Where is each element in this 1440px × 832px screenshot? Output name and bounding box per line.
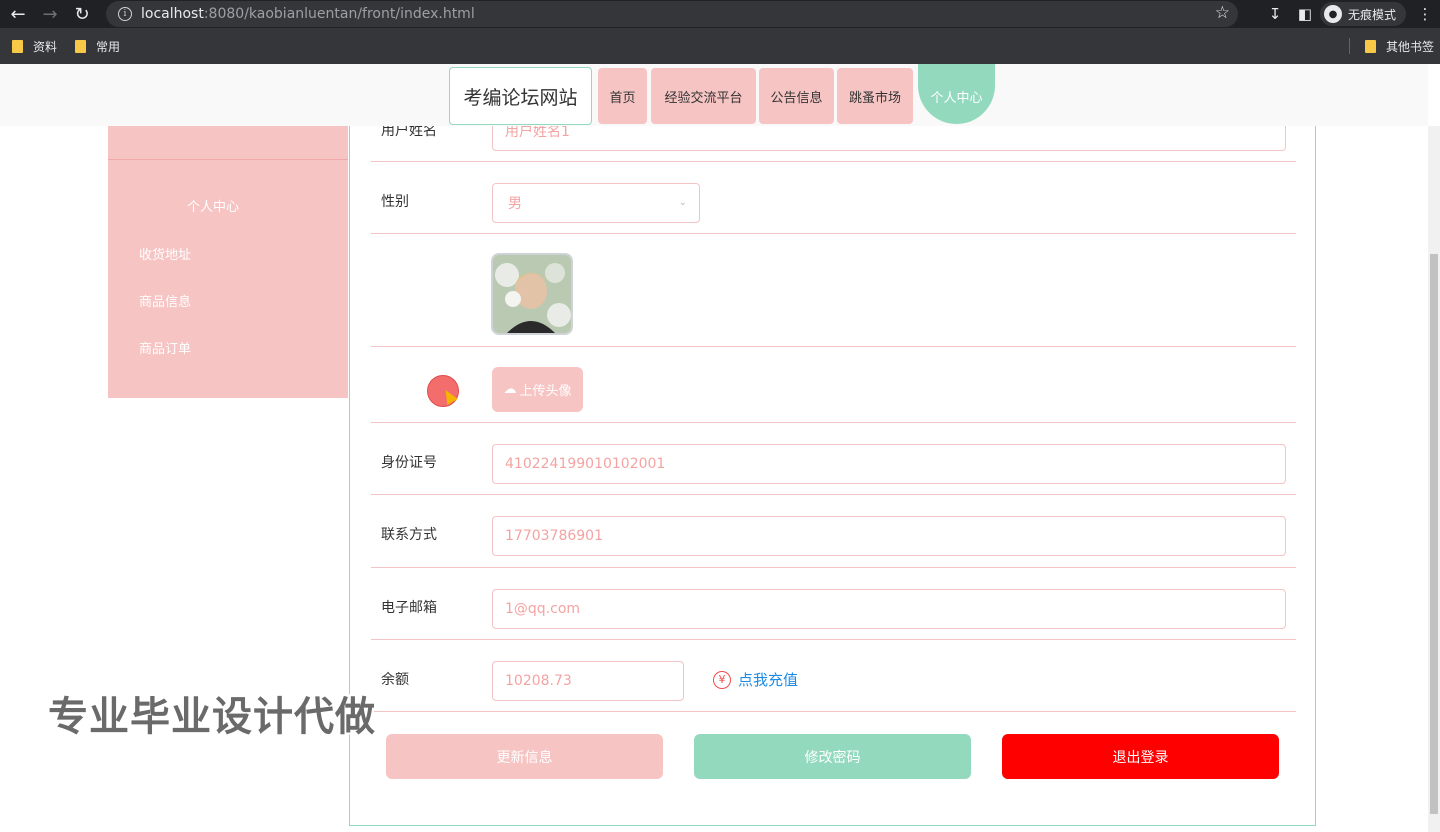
sidebar-item-address[interactable]: 收货地址 bbox=[139, 244, 191, 263]
nav-item-profile[interactable]: 个人中心 bbox=[918, 64, 995, 124]
reload-icon[interactable]: ↻ bbox=[68, 0, 96, 28]
profile-form: 用户姓名 用户姓名1 性别 男 ⌄ ☁ 上传头像 身份证号 4102241990… bbox=[349, 111, 1316, 826]
bookmarks-bar: 资料 常用 其他书签 bbox=[0, 28, 1440, 64]
upload-avatar-label: 上传头像 bbox=[519, 384, 572, 399]
upload-avatar-button[interactable]: ☁ 上传头像 bbox=[492, 367, 583, 412]
sidebar-divider bbox=[108, 159, 348, 160]
update-info-button[interactable]: 更新信息 bbox=[386, 734, 663, 779]
balance-label: 余额 bbox=[381, 672, 409, 688]
sidebar-item-goods[interactable]: 商品信息 bbox=[139, 291, 191, 310]
info-icon[interactable]: i bbox=[118, 7, 132, 21]
id-label: 身份证号 bbox=[381, 455, 437, 471]
url-path: :8080/kaobianluentan/front/index.html bbox=[203, 6, 475, 22]
logout-button[interactable]: 退出登录 bbox=[1002, 734, 1279, 779]
incognito-label: 无痕模式 bbox=[1347, 7, 1396, 22]
form-row-phone: 联系方式 17703786901 bbox=[371, 495, 1296, 568]
email-input[interactable]: 1@qq.com bbox=[492, 589, 1286, 629]
sidebar-heading: 个人中心 bbox=[186, 200, 239, 215]
bookmark-separator bbox=[1349, 38, 1350, 54]
form-row-id: 身份证号 410224199010102001 bbox=[371, 423, 1296, 495]
phone-input[interactable]: 17703786901 bbox=[492, 516, 1286, 556]
url-text: localhost:8080/kaobianluentan/front/inde… bbox=[141, 6, 475, 22]
sidepanel-icon[interactable]: ◧ bbox=[1290, 5, 1320, 23]
chevron-down-icon: ⌄ bbox=[678, 197, 687, 208]
back-icon[interactable]: ← bbox=[4, 0, 32, 28]
bookmark-folder-2[interactable]: 常用 bbox=[75, 38, 120, 55]
phone-label: 联系方式 bbox=[381, 527, 437, 543]
watermark: 专业毕业设计代做 bbox=[48, 694, 376, 740]
menu-icon[interactable]: ⋮ bbox=[1410, 5, 1440, 23]
bookmark-folder-1[interactable]: 资料 bbox=[12, 38, 57, 55]
recharge-label: 点我充值 bbox=[738, 671, 799, 689]
avatar-image bbox=[491, 253, 573, 335]
yen-icon: ¥ bbox=[713, 670, 731, 689]
bookmark-label: 常用 bbox=[96, 39, 121, 54]
form-row-upload: ☁ 上传头像 bbox=[371, 347, 1296, 423]
scrollbar-thumb[interactable] bbox=[1430, 254, 1438, 814]
id-input[interactable]: 410224199010102001 bbox=[492, 444, 1286, 484]
gender-value: 男 bbox=[508, 196, 522, 212]
form-row-balance: 余额 10208.73 ¥ 点我充值 bbox=[371, 640, 1296, 712]
bookmark-label: 资料 bbox=[33, 39, 58, 54]
address-bar[interactable]: i localhost:8080/kaobianluentan/front/in… bbox=[106, 1, 1238, 27]
incognito-badge[interactable]: ● 无痕模式 bbox=[1319, 2, 1406, 26]
nav-item-market[interactable]: 跳蚤市场 bbox=[837, 68, 913, 124]
avatar-photo-icon bbox=[493, 255, 571, 333]
site-title[interactable]: 考编论坛网站 bbox=[449, 67, 592, 125]
bookmark-star-icon[interactable]: ☆ bbox=[1215, 3, 1230, 23]
top-navigation: 考编论坛网站 首页 经验交流平台 公告信息 跳蚤市场 个人中心 bbox=[0, 64, 1428, 126]
url-host: localhost bbox=[141, 6, 204, 22]
forward-icon[interactable]: → bbox=[36, 0, 64, 28]
incognito-icon: ● bbox=[1323, 5, 1342, 23]
form-row-email: 电子邮箱 1@qq.com bbox=[371, 568, 1296, 640]
folder-icon bbox=[75, 39, 87, 53]
gender-label: 性别 bbox=[381, 194, 409, 210]
cloud-upload-icon: ☁ bbox=[503, 382, 517, 397]
form-row-gender: 性别 男 ⌄ bbox=[371, 162, 1296, 234]
page: 考编论坛网站 首页 经验交流平台 公告信息 跳蚤市场 个人中心 个人中心 收货地… bbox=[0, 64, 1440, 832]
folder-icon bbox=[12, 39, 23, 53]
email-label: 电子邮箱 bbox=[381, 600, 437, 616]
sidebar: 个人中心 收货地址 商品信息 商品订单 bbox=[108, 126, 348, 398]
nav-item-experience[interactable]: 经验交流平台 bbox=[651, 68, 756, 124]
sidebar-item-orders[interactable]: 商品订单 bbox=[139, 338, 191, 357]
balance-input[interactable]: 10208.73 bbox=[492, 661, 684, 701]
folder-icon bbox=[1364, 39, 1376, 53]
download-icon[interactable]: ↧ bbox=[1260, 5, 1290, 23]
other-bookmarks[interactable]: 其他书签 bbox=[1364, 28, 1434, 64]
gender-select[interactable]: 男 ⌄ bbox=[492, 183, 700, 223]
nav-item-announcements[interactable]: 公告信息 bbox=[759, 68, 834, 124]
form-row-avatar bbox=[371, 234, 1296, 347]
recharge-link[interactable]: ¥ 点我充值 bbox=[713, 669, 798, 690]
browser-toolbar: ← → ↻ i localhost:8080/kaobianluentan/fr… bbox=[0, 0, 1440, 28]
page-scrollbar[interactable] bbox=[1428, 126, 1440, 832]
nav-item-home[interactable]: 首页 bbox=[598, 68, 647, 124]
change-password-button[interactable]: 修改密码 bbox=[694, 734, 971, 779]
other-bookmarks-label: 其他书签 bbox=[1385, 39, 1434, 54]
